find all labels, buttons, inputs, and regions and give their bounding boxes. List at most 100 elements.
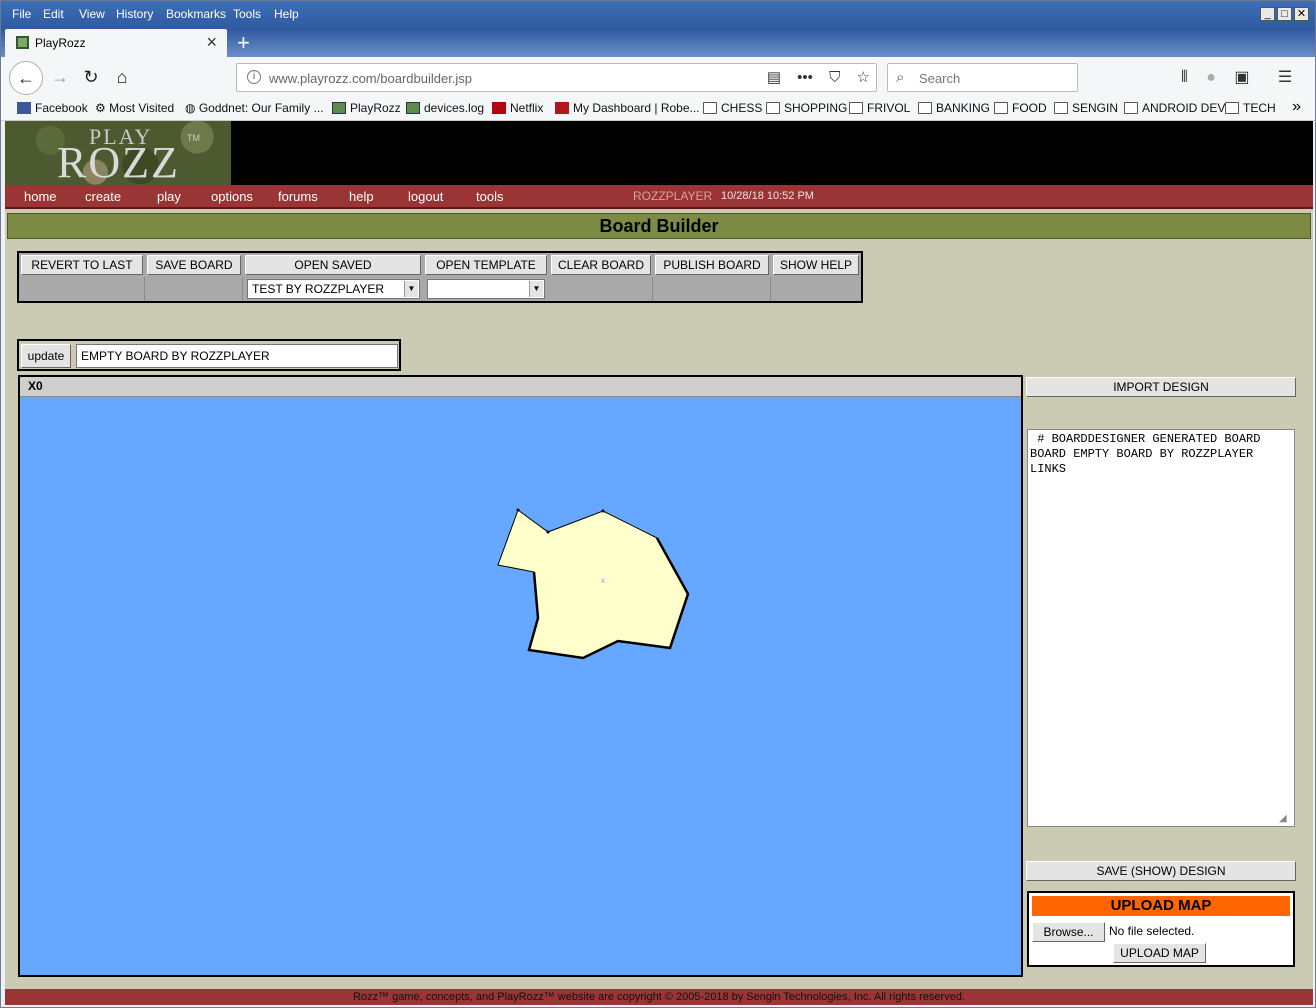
- browse-button[interactable]: Browse...: [1032, 922, 1105, 942]
- bookmark-folder-tech[interactable]: TECH: [1225, 101, 1276, 115]
- menu-edit[interactable]: Edit: [43, 7, 64, 21]
- tab-bar: PlayRozz × +: [1, 29, 1315, 57]
- design-textarea[interactable]: # BOARDDESIGNER GENERATED BOARD BOARD EM…: [1027, 429, 1295, 827]
- new-tab-icon[interactable]: +: [237, 30, 250, 56]
- netflix-icon: [492, 102, 506, 114]
- close-window-icon[interactable]: ✕: [1294, 7, 1309, 21]
- bookmark-devices-log[interactable]: devices.log: [406, 101, 484, 115]
- clear-board-button[interactable]: CLEAR BOARD: [551, 255, 651, 275]
- bookmark-star-icon[interactable]: ☆: [857, 69, 870, 86]
- url-text: www.playrozz.com/boardbuilder.jsp: [269, 71, 473, 86]
- territory-center-marker[interactable]: x: [601, 576, 605, 585]
- board-header: X0: [20, 377, 1021, 397]
- bookmark-folder-sengin[interactable]: SENGIN: [1054, 101, 1118, 115]
- folder-icon: [849, 102, 863, 114]
- menu-history[interactable]: History: [116, 7, 153, 21]
- vertex-point[interactable]: [516, 508, 520, 512]
- vertex-point[interactable]: [546, 530, 550, 534]
- save-board-button[interactable]: SAVE BOARD: [147, 255, 241, 275]
- tab-playrozz[interactable]: PlayRozz ×: [5, 29, 227, 57]
- chevron-right-icon[interactable]: »: [1292, 98, 1301, 116]
- bookmark-netflix[interactable]: Netflix: [492, 101, 543, 115]
- file-status: No file selected.: [1109, 924, 1195, 938]
- import-design-button[interactable]: IMPORT DESIGN: [1026, 377, 1296, 397]
- menu-bookmarks[interactable]: Bookmarks: [166, 7, 226, 21]
- saved-boards-select[interactable]: TEST BY ROZZPLAYER ▼: [247, 279, 420, 299]
- home-icon[interactable]: ⌂: [107, 62, 137, 92]
- board-map[interactable]: x: [20, 397, 1021, 975]
- vertex-point[interactable]: [601, 509, 605, 513]
- publish-board-button[interactable]: PUBLISH BOARD: [655, 255, 769, 275]
- site-header: PLAY ROZZ TM: [5, 121, 1313, 187]
- menu-help[interactable]: Help: [274, 7, 299, 21]
- reader-view-icon[interactable]: ▤: [767, 69, 781, 86]
- sidebar-icon[interactable]: ▣: [1234, 69, 1249, 86]
- current-user: ROZZPLAYER: [633, 189, 713, 203]
- folder-icon: [766, 102, 780, 114]
- bookmark-folder-android-dev[interactable]: ANDROID DEV: [1124, 101, 1225, 115]
- board-canvas[interactable]: X0 x: [18, 375, 1023, 977]
- library-icon[interactable]: ⫴: [1181, 69, 1188, 86]
- tab-title: PlayRozz: [35, 36, 86, 50]
- pocket-icon[interactable]: ⛉: [829, 69, 840, 86]
- bookmark-folder-food[interactable]: FOOD: [994, 101, 1047, 115]
- playrozz-logo[interactable]: PLAY ROZZ TM: [5, 121, 231, 187]
- nav-forums[interactable]: forums: [278, 189, 318, 204]
- close-tab-icon[interactable]: ×: [206, 32, 217, 53]
- bookmark-folder-frivol[interactable]: FRIVOL: [849, 101, 910, 115]
- nav-logout[interactable]: logout: [408, 189, 443, 204]
- menu-tools[interactable]: Tools: [233, 7, 261, 21]
- nav-home[interactable]: home: [24, 189, 57, 204]
- toolbar-cell: [653, 277, 771, 301]
- bookmark-playrozz[interactable]: PlayRozz: [332, 101, 401, 115]
- page-content: PLAY ROZZ TM home create play options fo…: [5, 121, 1313, 1005]
- bookmark-most-visited[interactable]: ⚙ Most Visited: [95, 101, 174, 115]
- hamburger-menu-icon[interactable]: ☰: [1278, 69, 1292, 86]
- upload-map-button[interactable]: UPLOAD MAP: [1113, 943, 1206, 963]
- bookmark-goddnet[interactable]: ◍ Goddnet: Our Family ...: [185, 101, 324, 115]
- back-arrow-icon[interactable]: ←: [9, 61, 43, 95]
- nav-options[interactable]: options: [211, 189, 253, 204]
- template-select[interactable]: ▼: [427, 279, 545, 299]
- menu-file[interactable]: File: [12, 7, 31, 21]
- page-title: Board Builder: [7, 213, 1311, 239]
- folder-icon: [918, 102, 932, 114]
- bookmark-folder-chess[interactable]: CHESS: [703, 101, 762, 115]
- show-help-button[interactable]: SHOW HELP: [773, 255, 859, 275]
- site-favicon-icon: [406, 102, 420, 114]
- reload-icon[interactable]: ↻: [76, 62, 106, 92]
- revert-button[interactable]: REVERT TO LAST: [21, 255, 143, 275]
- minimize-icon[interactable]: _: [1260, 7, 1275, 21]
- nav-tools[interactable]: tools: [476, 189, 503, 204]
- board-name-input[interactable]: EMPTY BOARD BY ROZZPLAYER: [76, 344, 398, 368]
- bookmark-folder-shopping[interactable]: SHOPPING: [766, 101, 847, 115]
- bookmark-dashboard[interactable]: My Dashboard | Robe...: [555, 101, 700, 115]
- maximize-icon[interactable]: □: [1277, 7, 1292, 21]
- bookmark-folder-banking[interactable]: BANKING: [918, 101, 990, 115]
- toolbar-cell: [145, 277, 243, 301]
- board-toolbar: REVERT TO LAST SAVE BOARD OPEN SAVED OPE…: [17, 251, 863, 303]
- menu-bar: File Edit View History Bookmarks Tools H…: [1, 1, 1315, 29]
- nav-help[interactable]: help: [349, 189, 374, 204]
- forward-arrow-icon[interactable]: →: [45, 62, 75, 92]
- bookmarks-bar: Facebook ⚙ Most Visited ◍ Goddnet: Our F…: [1, 97, 1315, 121]
- nav-play[interactable]: play: [157, 189, 181, 204]
- save-show-design-button[interactable]: SAVE (SHOW) DESIGN: [1026, 861, 1296, 881]
- nav-create[interactable]: create: [85, 189, 121, 204]
- search-bar[interactable]: ⌕ Search: [887, 63, 1078, 92]
- open-template-button[interactable]: OPEN TEMPLATE: [425, 255, 547, 275]
- board-name-row: update EMPTY BOARD BY ROZZPLAYER: [17, 339, 401, 371]
- menu-view[interactable]: View: [79, 7, 105, 21]
- open-saved-button[interactable]: OPEN SAVED: [245, 255, 421, 275]
- chevron-down-icon: ▼: [529, 281, 543, 297]
- page-actions-icon[interactable]: •••: [797, 69, 813, 86]
- land-territory[interactable]: [497, 509, 689, 659]
- update-button[interactable]: update: [21, 344, 71, 368]
- toolbar-cell: [21, 277, 145, 301]
- adblock-icon[interactable]: ●: [1206, 69, 1216, 86]
- url-bar[interactable]: i www.playrozz.com/boardbuilder.jsp ▤ ••…: [236, 63, 877, 92]
- copyright-footer: Rozz™ game, concepts, and PlayRozz™ webs…: [5, 989, 1313, 1005]
- chevron-down-icon: ▼: [404, 281, 418, 297]
- bookmark-facebook[interactable]: Facebook: [17, 101, 88, 115]
- info-icon[interactable]: i: [247, 70, 261, 84]
